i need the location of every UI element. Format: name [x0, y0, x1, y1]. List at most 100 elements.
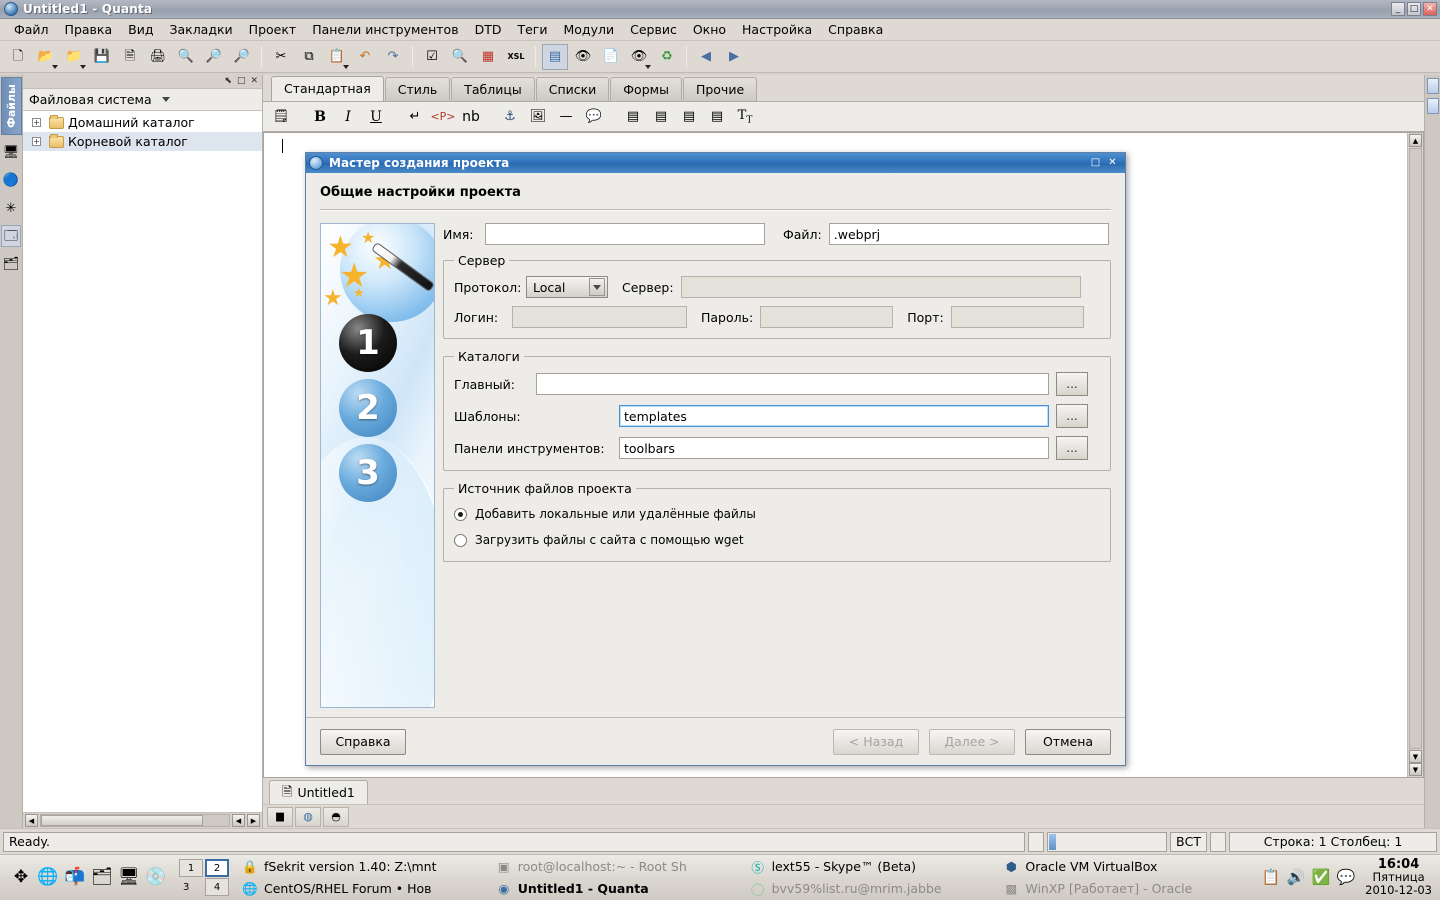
tags-icon[interactable]: ▦: [475, 44, 501, 70]
view-document-icon[interactable]: 📄: [598, 44, 624, 70]
undo-icon[interactable]: ↶: [352, 44, 378, 70]
clock[interactable]: 16:04 Пятница 2010-12-03: [1365, 858, 1440, 897]
browser-icon[interactable]: 🌐: [37, 867, 59, 889]
source-option-wget[interactable]: Загрузить файлы с сайта с помощью wget: [454, 533, 1100, 547]
cancel-button[interactable]: Отмена: [1025, 728, 1111, 755]
find-icon[interactable]: 🔍: [447, 44, 473, 70]
anchor-icon[interactable]: ⚓: [497, 104, 523, 130]
structure-icon[interactable]: 🗔: [1, 225, 21, 248]
cut-icon[interactable]: ✂: [268, 44, 294, 70]
dock-tab-files[interactable]: Файлы: [0, 77, 22, 136]
files-tree-icon[interactable]: 🖥: [1, 141, 21, 163]
dock-right-icon-1[interactable]: [1426, 78, 1439, 94]
font-icon[interactable]: TT: [732, 104, 758, 130]
task-item[interactable]: Ⓢ lext55 - Skype™ (Beta): [745, 856, 995, 877]
show-desktop-icon[interactable]: ✥: [10, 867, 32, 889]
menu-help[interactable]: Справка: [820, 20, 891, 39]
volume-icon[interactable]: 🔊: [1287, 869, 1306, 887]
scroll-up-button[interactable]: ▲: [1409, 134, 1422, 147]
server-host-input[interactable]: [680, 276, 1081, 298]
tab-standard[interactable]: Стандартная: [271, 76, 384, 101]
scripts-icon[interactable]: 🗂: [1, 253, 21, 275]
menu-edit[interactable]: Правка: [57, 20, 121, 39]
task-item[interactable]: ▩ WinXP [Работает] - Oracle: [998, 878, 1248, 899]
menu-view[interactable]: Вид: [120, 20, 161, 39]
nonbreaking-space-icon[interactable]: nb: [458, 104, 484, 130]
document-tab-untitled1[interactable]: 🗎 Untitled1: [269, 780, 368, 804]
dialog-maximize-button[interactable]: □: [1089, 157, 1102, 170]
scroll-trough[interactable]: [40, 814, 230, 827]
back-icon[interactable]: ◀: [693, 44, 719, 70]
expander-icon[interactable]: +: [32, 118, 41, 127]
chevron-down-icon[interactable]: [589, 278, 605, 296]
file-panel-hscrollbar[interactable]: ◀ ◀ ▶: [23, 812, 262, 828]
scroll-left-button[interactable]: ◀: [25, 814, 38, 827]
reload-icon[interactable]: ♻: [654, 44, 680, 70]
login-input[interactable]: [512, 306, 687, 328]
xsl-icon[interactable]: XSL: [503, 44, 529, 70]
comment-icon[interactable]: 💬: [581, 104, 607, 130]
browse-toolbars-dir-button[interactable]: ...: [1056, 436, 1088, 460]
preview-pane-icon[interactable]: ◓: [323, 806, 349, 827]
scroll-thumb[interactable]: [41, 815, 203, 826]
dock-right-icon-2[interactable]: [1426, 98, 1439, 114]
align-justify-icon[interactable]: ▤: [704, 104, 730, 130]
maximize-button[interactable]: □: [1407, 2, 1421, 16]
messenger-icon[interactable]: 💬: [1337, 869, 1356, 887]
print-icon[interactable]: 🖨: [145, 44, 171, 70]
templates-icon[interactable]: ✳: [1, 197, 21, 219]
forward-icon[interactable]: ▶: [721, 44, 747, 70]
menu-plugins[interactable]: Модули: [556, 20, 623, 39]
browse-main-dir-button[interactable]: ...: [1056, 372, 1088, 396]
templates-dir-input[interactable]: templates: [619, 405, 1049, 427]
image-icon[interactable]: 🖼: [525, 104, 551, 130]
align-right-icon[interactable]: ▤: [676, 104, 702, 130]
tab-forms[interactable]: Формы: [610, 77, 682, 101]
updates-icon[interactable]: ✅: [1312, 869, 1331, 887]
menu-file[interactable]: Файл: [6, 20, 57, 39]
paste-icon[interactable]: 📋: [324, 44, 350, 70]
task-item[interactable]: 🌐 CentOS/RHEL Forum • Нов: [237, 878, 487, 899]
pager-desktop-4[interactable]: 4: [205, 878, 229, 896]
password-input[interactable]: [760, 306, 894, 328]
menu-settings[interactable]: Настройка: [734, 20, 820, 39]
scroll-left-button-2[interactable]: ◀: [232, 814, 245, 827]
minimize-button[interactable]: _: [1391, 2, 1405, 16]
open-project-icon[interactable]: 📁: [61, 44, 87, 70]
horizontal-rule-icon[interactable]: —: [553, 104, 579, 130]
status-insert-mode[interactable]: ВСТ: [1170, 831, 1207, 852]
radio-icon-selected[interactable]: [454, 507, 467, 521]
save-icon[interactable]: 💾: [89, 44, 115, 70]
menu-tags[interactable]: Теги: [509, 20, 555, 39]
pager-desktop-2[interactable]: 2: [205, 859, 229, 877]
preview-browser-icon[interactable]: 👁: [626, 44, 652, 70]
display-icon[interactable]: 🖥: [118, 867, 140, 889]
redo-icon[interactable]: ↷: [380, 44, 406, 70]
tab-other[interactable]: Прочие: [682, 77, 758, 101]
tree-item-root[interactable]: + Корневой каталог: [23, 132, 262, 151]
align-left-icon[interactable]: ▤: [620, 104, 646, 130]
toolbars-dir-input[interactable]: toolbars: [619, 437, 1049, 459]
copy-icon[interactable]: ⧉: [296, 44, 322, 70]
paragraph-icon[interactable]: <P>: [430, 104, 456, 130]
align-center-icon[interactable]: ▤: [648, 104, 674, 130]
expander-icon[interactable]: +: [32, 137, 41, 146]
task-item-active[interactable]: ◉ Untitled1 - Quanta: [491, 878, 741, 899]
preview-icon[interactable]: 👁: [570, 44, 596, 70]
tree-item-home[interactable]: + Домашний каталог: [23, 113, 262, 132]
bold-icon[interactable]: B: [307, 104, 333, 130]
close-button[interactable]: ✕: [1423, 2, 1437, 16]
view-source-icon[interactable]: ▤: [542, 43, 568, 70]
tab-lists[interactable]: Списки: [535, 77, 610, 101]
main-dir-input[interactable]: [536, 373, 1049, 395]
help-button[interactable]: Справка: [320, 728, 406, 755]
terminal-icon[interactable]: ▆: [267, 806, 293, 827]
media-icon[interactable]: 💿: [145, 867, 167, 889]
dialog-close-button[interactable]: ✕: [1106, 157, 1119, 170]
print-preview-icon[interactable]: 🔍: [173, 44, 199, 70]
underline-icon[interactable]: U: [363, 104, 389, 130]
files-icon[interactable]: 🗂: [91, 867, 113, 889]
zoom-in-icon[interactable]: 🔎: [201, 44, 227, 70]
quick-start-icon[interactable]: 🗒: [268, 104, 294, 130]
open-file-icon[interactable]: 📂: [33, 44, 59, 70]
